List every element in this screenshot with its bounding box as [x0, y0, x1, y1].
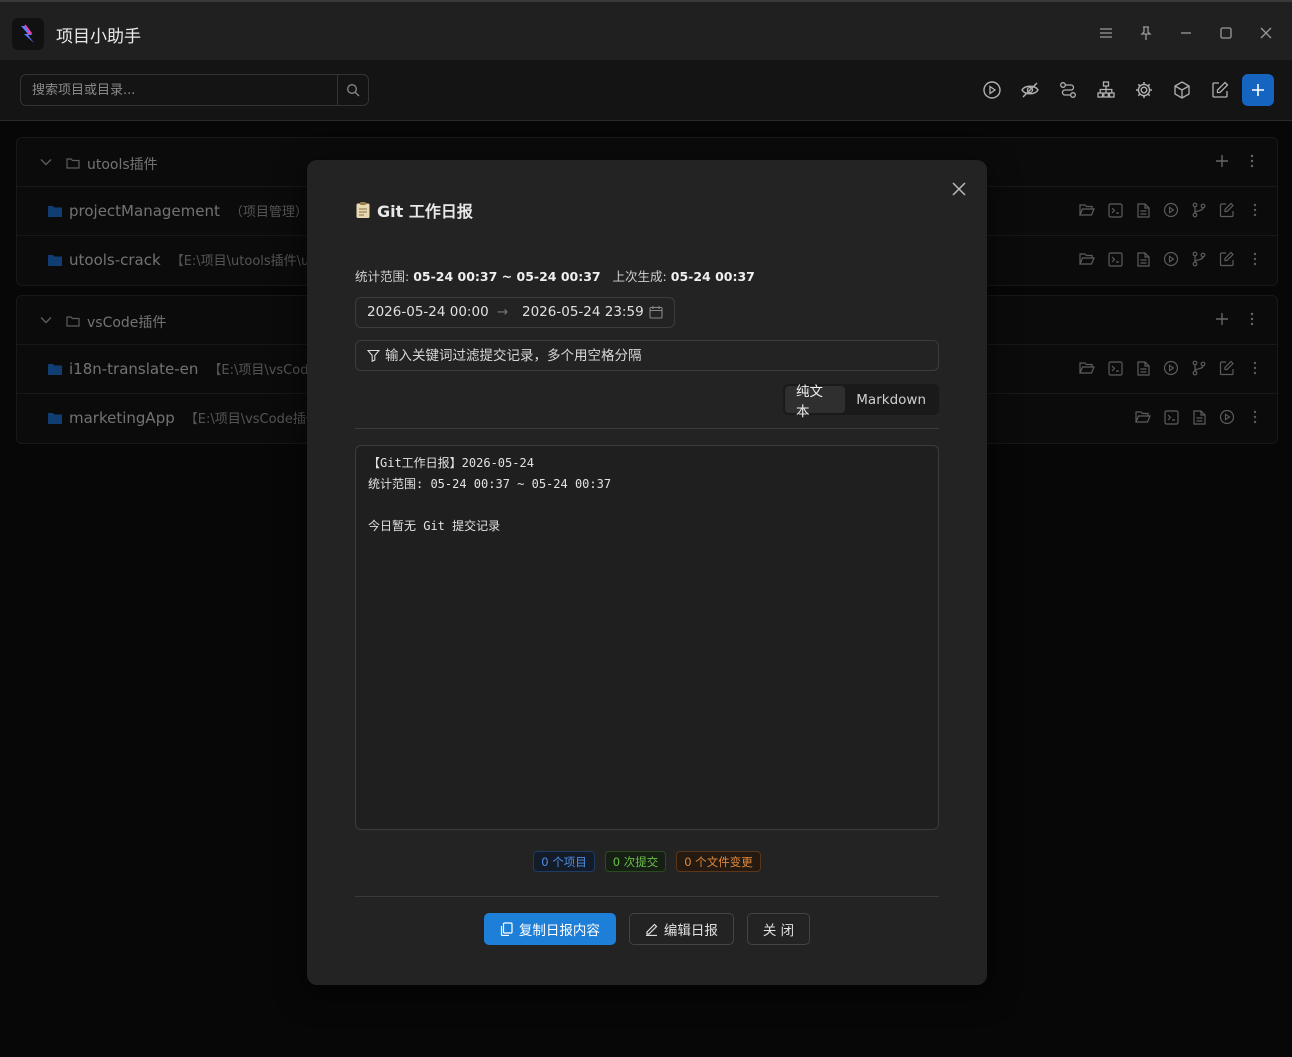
clipboard-icon: [355, 201, 371, 219]
maximize-icon[interactable]: [1217, 24, 1235, 42]
search-input[interactable]: [32, 82, 326, 98]
divider: [355, 896, 939, 897]
app-title: 项目小助手: [56, 27, 141, 47]
filter-box: [355, 340, 939, 371]
edit-icon[interactable]: [1208, 78, 1232, 102]
title-bar: 项目小助手: [0, 0, 1292, 60]
minimize-icon[interactable]: [1177, 24, 1195, 42]
menu-icon[interactable]: [1097, 24, 1115, 42]
gear-icon[interactable]: [1132, 78, 1156, 102]
keyword-filter-input[interactable]: [385, 347, 925, 364]
app-logo: [12, 18, 44, 50]
start-date[interactable]: 2026-05-24 00:00: [367, 304, 489, 320]
search-button[interactable]: [337, 74, 369, 106]
arrow-right-icon: →: [497, 304, 509, 320]
close-window-icon[interactable]: [1257, 24, 1275, 42]
last-generated-value: 05-24 00:37: [670, 269, 755, 284]
search-icon: [347, 84, 360, 97]
tab-markdown[interactable]: Markdown: [845, 386, 937, 413]
dialog-title: Git 工作日报: [355, 198, 473, 222]
filter-icon: [367, 349, 380, 362]
project-count-badge: 0 个项目: [533, 851, 595, 872]
file-change-count-badge: 0 个文件变更: [676, 851, 761, 872]
tab-plain-text[interactable]: 纯文本: [785, 384, 846, 420]
range-info: 统计范围: 05-24 00:37 ~ 05-24 00:37 上次生成: 05…: [355, 269, 755, 284]
sitemap-icon[interactable]: [1094, 78, 1118, 102]
calendar-icon[interactable]: [649, 305, 663, 319]
toolbar: [0, 60, 1292, 121]
close-icon[interactable]: [949, 179, 969, 199]
report-textarea[interactable]: 【Git工作日报】2026-05-24 统计范围: 05-24 00:37 ~ …: [355, 445, 939, 830]
close-dialog-button[interactable]: 关 闭: [746, 913, 811, 945]
commit-count-badge: 0 次提交: [604, 851, 667, 872]
git-report-dialog: Git 工作日报 统计范围: 05-24 00:37 ~ 05-24 00:37…: [307, 160, 987, 985]
divider: [355, 428, 939, 429]
add-project-button[interactable]: [1242, 74, 1274, 106]
pen-icon: [645, 923, 658, 936]
plus-icon: [1252, 84, 1264, 96]
end-date[interactable]: 2026-05-24 23:59: [522, 304, 644, 320]
dialog-actions: 复制日报内容 编辑日报 关 闭: [307, 913, 987, 945]
range-value: 05-24 00:37 ~ 05-24 00:37: [413, 269, 601, 284]
cube-icon[interactable]: [1170, 78, 1194, 102]
run-icon[interactable]: [980, 78, 1004, 102]
search-box: [20, 74, 338, 106]
eye-off-icon[interactable]: [1018, 78, 1042, 102]
date-range-picker[interactable]: 2026-05-24 00:00 → 2026-05-24 23:59: [355, 297, 675, 328]
stats-tags: 0 个项目 0 次提交 0 个文件变更: [307, 851, 987, 872]
copy-icon: [500, 922, 513, 936]
edit-report-button[interactable]: 编辑日报: [628, 913, 734, 945]
copy-report-button[interactable]: 复制日报内容: [483, 913, 616, 945]
route-icon[interactable]: [1056, 78, 1080, 102]
pin-icon[interactable]: [1137, 24, 1155, 42]
format-toggle: 纯文本 Markdown: [783, 384, 939, 420]
